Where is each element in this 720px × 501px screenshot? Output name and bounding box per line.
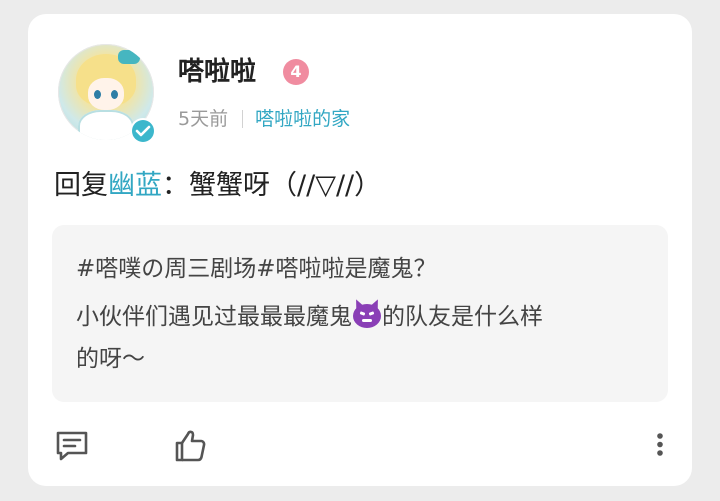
- comment-button[interactable]: [52, 426, 92, 466]
- home-link[interactable]: 嗒啦啦的家: [255, 108, 350, 130]
- post-meta: 5天前 嗒啦啦的家: [178, 104, 350, 134]
- reply-colon: ：: [162, 170, 189, 201]
- quoted-line-2-end: 的队友是什么样: [382, 304, 543, 330]
- quoted-line-3: 的呀～: [76, 346, 145, 372]
- meta-divider: [242, 110, 244, 128]
- like-button[interactable]: [170, 426, 210, 466]
- quoted-post[interactable]: #嗒噗の周三剧场#嗒啦啦是魔鬼？ 小伙伴们遇见过最最最魔鬼 的队友是什么样 的呀～: [52, 225, 668, 402]
- reply-text: 回复幽蓝：蟹蟹呀（//▽//）: [54, 166, 381, 206]
- angry-devil-emoji-icon: [353, 304, 381, 328]
- username[interactable]: 嗒啦啦: [178, 54, 256, 90]
- comment-icon: [56, 431, 88, 461]
- reply-mention-link[interactable]: 幽蓝: [108, 170, 162, 201]
- reply-body: 蟹蟹呀（//▽//）: [189, 170, 382, 201]
- post-time: 5天前: [178, 108, 229, 130]
- quoted-line-2: 小伙伴们遇见过最最最魔鬼 的队友是什么样: [76, 297, 543, 337]
- quoted-line-1: #嗒噗の周三剧场#嗒啦啦是魔鬼？: [76, 256, 437, 282]
- reply-card: 嗒啦啦 4 5天前 嗒啦啦的家 回复幽蓝：蟹蟹呀（//▽//） #嗒噗の周三剧场#…: [28, 14, 692, 486]
- quoted-line-2-start: 小伙伴们遇见过最最最魔鬼: [76, 304, 352, 330]
- more-vertical-icon: [657, 433, 663, 456]
- verified-badge-icon: [130, 118, 156, 144]
- more-options-button[interactable]: [642, 426, 678, 466]
- reply-prefix: 回复: [54, 170, 108, 201]
- level-badge: 4: [283, 59, 309, 85]
- thumbs-up-icon: [175, 430, 206, 462]
